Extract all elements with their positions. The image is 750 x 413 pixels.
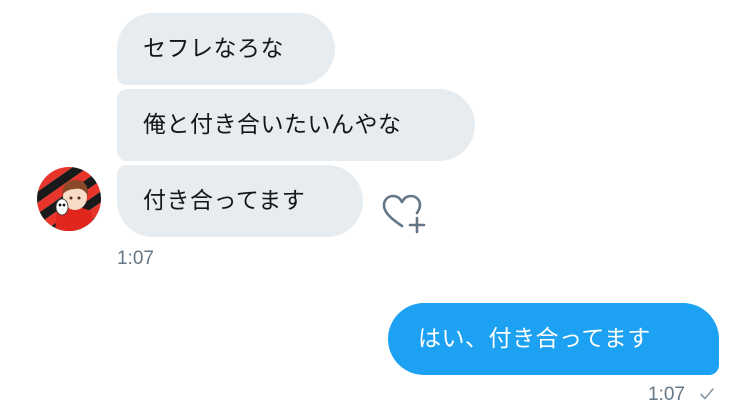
like-message-button[interactable] — [380, 192, 428, 236]
outgoing-message-bubble[interactable]: はい、付き合ってます — [388, 303, 719, 375]
incoming-message-bubble[interactable]: セフレなろな — [117, 13, 335, 85]
incoming-timestamp: 1:07 — [117, 248, 154, 269]
incoming-message-bubble[interactable]: 付き合ってます — [117, 165, 363, 237]
sent-status — [699, 386, 715, 402]
avatar-image — [37, 167, 101, 231]
sender-avatar[interactable] — [37, 167, 101, 231]
checkmark-icon — [700, 388, 714, 400]
incoming-message-bubble[interactable]: 俺と付き合いたいんやな — [117, 89, 475, 161]
outgoing-timestamp: 1:07 — [648, 384, 685, 405]
message-text: 付き合ってます — [143, 187, 306, 214]
message-text: 俺と付き合いたいんやな — [143, 111, 402, 138]
dm-conversation: セフレなろな 俺と付き合いたいんやな 付き合ってます 1:07 はい、付き合って… — [0, 0, 750, 413]
message-text: はい、付き合ってます — [418, 325, 651, 352]
heart-plus-icon — [382, 194, 426, 234]
message-text: セフレなろな — [143, 35, 284, 62]
